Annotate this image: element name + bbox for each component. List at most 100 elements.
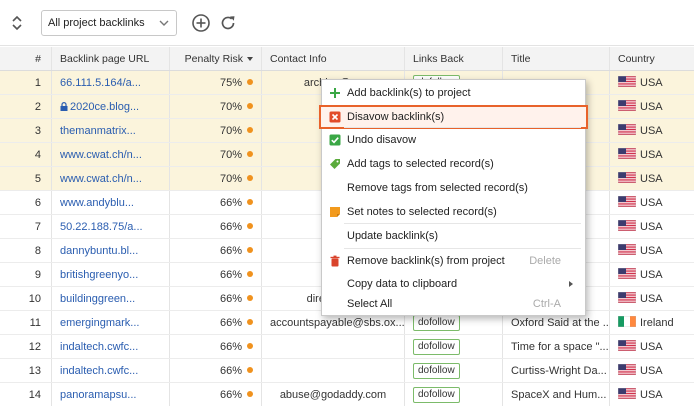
menu-separator <box>344 127 581 128</box>
menu-item-label: Update backlink(s) <box>347 230 439 242</box>
usa-flag-icon <box>618 76 636 87</box>
remove-backlinks-menu-item[interactable]: Remove backlink(s) from project Delete <box>322 250 585 272</box>
dofollow-badge: dofollow <box>413 363 460 380</box>
country-name: USA <box>640 125 663 137</box>
backlink-url-text: emergingmark... <box>60 317 140 329</box>
backlink-url-link[interactable]: www.cwat.ch/n... <box>52 167 170 190</box>
disavow-backlinks-menu-item[interactable]: Disavow backlink(s) <box>319 105 588 129</box>
sort-desc-icon <box>247 57 253 61</box>
set-notes-menu-item[interactable]: Set notes to selected record(s) <box>322 201 585 223</box>
sort-updown-icon[interactable] <box>10 13 24 33</box>
backlink-url-link[interactable]: www.cwat.ch/n... <box>52 143 170 166</box>
refresh-icon[interactable] <box>218 13 238 33</box>
undo-disavow-menu-item[interactable]: Undo disavow <box>322 129 585 151</box>
country: USA <box>610 383 694 406</box>
country: USA <box>610 239 694 262</box>
country: USA <box>610 95 694 118</box>
backlink-url-text: 2020ce.blog... <box>70 101 140 113</box>
column-header-num[interactable]: # <box>0 47 52 70</box>
risk-dot-icon <box>247 79 253 85</box>
toolbar: All project backlinks <box>0 0 694 46</box>
page-title-cell: Curtiss-Wright Da... <box>503 359 610 382</box>
menu-item-label: Remove tags from selected record(s) <box>347 182 528 194</box>
row-number: 11 <box>0 311 52 334</box>
country-name: USA <box>640 149 663 161</box>
penalty-risk-value: 66% <box>219 197 242 209</box>
backlink-url-link[interactable]: www.andyblu... <box>52 191 170 214</box>
country-name: USA <box>640 269 663 281</box>
usa-flag-icon <box>618 244 636 255</box>
country: USA <box>610 359 694 382</box>
row-number: 9 <box>0 263 52 286</box>
table-row[interactable]: 14 panoramapsu... 66% abuse@godaddy.com dofo… <box>0 383 694 406</box>
backlink-url-link[interactable]: buildinggreen... <box>52 287 170 310</box>
country-name: USA <box>640 389 663 401</box>
risk-dot-icon <box>247 391 253 397</box>
row-number: 1 <box>0 71 52 94</box>
country-name: USA <box>640 221 663 233</box>
usa-flag-icon <box>618 172 636 183</box>
menu-item-label: Set notes to selected record(s) <box>347 206 497 218</box>
backlink-url-link[interactable]: indaltech.cwfc... <box>52 335 170 358</box>
backlink-url-text: indaltech.cwfc... <box>60 365 139 377</box>
column-header-contact[interactable]: Contact Info <box>262 47 405 70</box>
table-header: # Backlink page URL Penalty Risk Contact… <box>0 47 694 71</box>
penalty-risk: 66% <box>170 311 262 334</box>
backlink-url-link[interactable]: 2020ce.blog... <box>52 95 170 118</box>
add-backlinks-menu-item[interactable]: Add backlink(s) to project <box>322 82 585 104</box>
column-header-url[interactable]: Backlink page URL <box>52 47 170 70</box>
table-row[interactable]: 12 indaltech.cwfc... 66% dofollow Time for a… <box>0 335 694 359</box>
add-tags-menu-item[interactable]: Add tags to selected record(s) <box>322 153 585 175</box>
country: Ireland <box>610 311 694 334</box>
column-header-title[interactable]: Title <box>503 47 610 70</box>
page-title-cell: SpaceX and Hum... <box>503 383 610 406</box>
chevron-down-icon <box>159 20 169 26</box>
menu-separator <box>344 248 581 249</box>
dofollow-badge: dofollow <box>413 387 460 404</box>
backlink-url-link[interactable]: dannybuntu.bl... <box>52 239 170 262</box>
column-header-links-back[interactable]: Links Back <box>405 47 503 70</box>
penalty-risk-value: 66% <box>219 317 242 329</box>
backlink-url-link[interactable]: britishgreenyo... <box>52 263 170 286</box>
remove-tags-menu-item[interactable]: Remove tags from selected record(s) <box>322 177 585 199</box>
check-icon <box>329 134 341 146</box>
backlink-url-link[interactable]: emergingmark... <box>52 311 170 334</box>
plus-icon <box>330 88 340 98</box>
risk-dot-icon <box>247 343 253 349</box>
backlink-url-text: 66.111.5.164/a... <box>60 77 141 89</box>
copy-data-menu-item[interactable]: Copy data to clipboard <box>322 273 585 295</box>
penalty-risk-value: 66% <box>219 365 242 377</box>
update-backlinks-menu-item[interactable]: Update backlink(s) <box>322 225 585 247</box>
backlink-url-link[interactable]: indaltech.cwfc... <box>52 359 170 382</box>
backlink-filter-dropdown[interactable]: All project backlinks <box>41 10 177 36</box>
backlink-url-link[interactable]: 50.22.188.75/a... <box>52 215 170 238</box>
backlink-url-link[interactable]: themanmatrix... <box>52 119 170 142</box>
risk-dot-icon <box>247 319 253 325</box>
usa-flag-icon <box>618 148 636 159</box>
select-all-menu-item[interactable]: Select All Ctrl-A <box>322 293 585 315</box>
backlink-url-link[interactable]: panoramapsu... <box>52 383 170 406</box>
menu-item-label: Copy data to clipboard <box>347 278 458 290</box>
country: USA <box>610 287 694 310</box>
tag-icon <box>330 159 340 169</box>
menu-item-label: Remove backlink(s) from project <box>347 255 505 267</box>
dropdown-value: All project backlinks <box>48 17 145 29</box>
backlink-url-text: panoramapsu... <box>60 389 137 401</box>
penalty-risk-value: 66% <box>219 269 242 281</box>
usa-flag-icon <box>618 100 636 111</box>
page-title-cell: Time for a space "... <box>503 335 610 358</box>
column-header-country[interactable]: Country <box>610 47 694 70</box>
penalty-risk-value: 70% <box>219 125 242 137</box>
penalty-risk: 66% <box>170 287 262 310</box>
backlink-url-link[interactable]: 66.111.5.164/a... <box>52 71 170 94</box>
add-circle-icon[interactable] <box>191 13 211 33</box>
menu-item-shortcut: Ctrl-A <box>532 298 561 310</box>
country: USA <box>610 71 694 94</box>
country-name: USA <box>640 245 663 257</box>
menu-item-label: Add backlink(s) to project <box>347 87 471 99</box>
penalty-risk-value: 66% <box>219 293 242 305</box>
table-row[interactable]: 13 indaltech.cwfc... 66% dofollow Curtiss-Wr… <box>0 359 694 383</box>
backlink-url-text: 50.22.188.75/a... <box>60 221 143 233</box>
column-header-risk[interactable]: Penalty Risk <box>170 47 262 70</box>
risk-dot-icon <box>247 103 253 109</box>
